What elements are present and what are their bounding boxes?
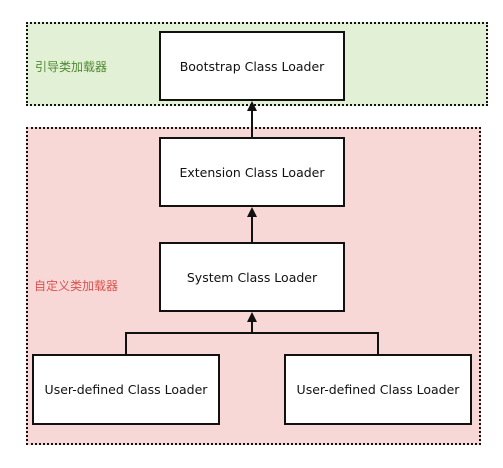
user-defined-class-loader-left-label: User-defined Class Loader [44, 382, 208, 397]
extension-class-loader-label: Extension Class Loader [179, 164, 325, 180]
bootstrap-class-loader-node: Bootstrap Class Loader [159, 31, 345, 101]
user-defined-class-loader-right-label: User-defined Class Loader [296, 382, 460, 397]
extension-class-loader-node: Extension Class Loader [159, 137, 345, 207]
custom-region-label: 自定义类加载器 [34, 279, 119, 293]
bootstrap-class-loader-label: Bootstrap Class Loader [179, 58, 325, 74]
system-class-loader-label: System Class Loader [186, 269, 318, 285]
user-defined-class-loader-right-node: User-defined Class Loader [284, 354, 472, 425]
bootstrap-region-label: 引导类加载器 [35, 60, 108, 74]
user-defined-class-loader-left-node: User-defined Class Loader [32, 354, 220, 425]
system-class-loader-node: System Class Loader [159, 242, 345, 312]
